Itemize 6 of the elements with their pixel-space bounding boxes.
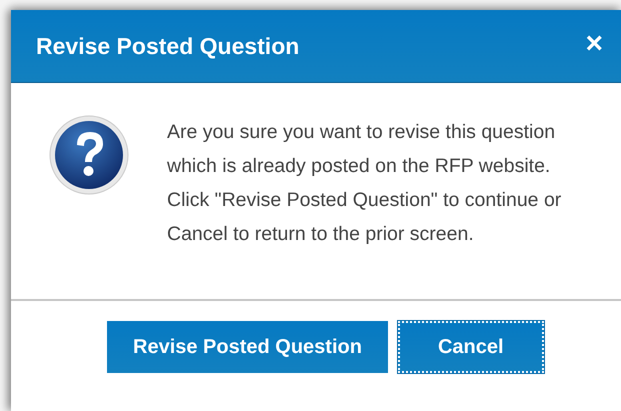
cancel-button[interactable]: Cancel [398,321,544,373]
dialog-title: Revise Posted Question [36,32,300,60]
question-icon [49,115,129,195]
revise-button[interactable]: Revise Posted Question [107,321,388,373]
close-button[interactable]: × [585,29,621,63]
confirmation-message: Are you sure you want to revise this question which is already posted on the RFP website. Click "Revise Posted Question" to continue or Cancel to return to the prior screen. [167,120,562,247]
